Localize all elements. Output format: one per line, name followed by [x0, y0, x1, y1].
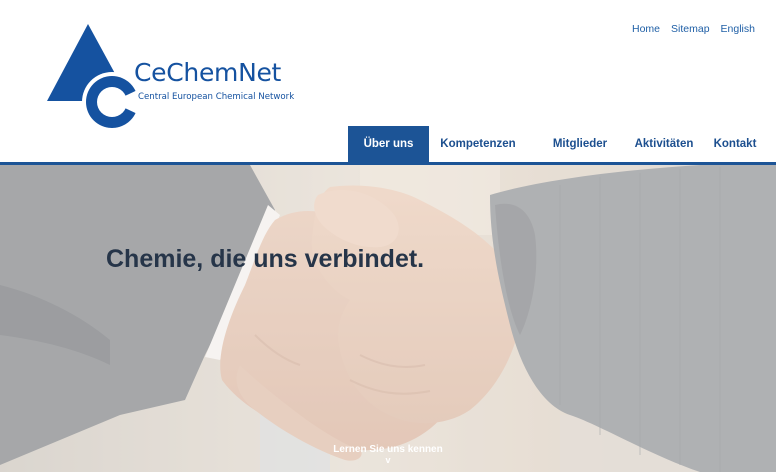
- home-link[interactable]: Home: [632, 23, 660, 35]
- nav-item-kontakt[interactable]: Kontakt: [695, 126, 775, 162]
- nav-item-kompetenzen[interactable]: Kompetenzen: [429, 126, 527, 162]
- nav-item-aktivitaeten[interactable]: Aktivitäten: [633, 126, 695, 162]
- main-nav: Über uns Kompetenzen Mitglieder Aktivitä…: [348, 126, 775, 162]
- site-header: Home Sitemap English CeChemNet Central E…: [0, 0, 776, 165]
- learn-more-link[interactable]: Lernen Sie uns kennen v: [0, 444, 776, 465]
- nav-item-mitglieder[interactable]: Mitglieder: [527, 126, 633, 162]
- learn-more-label: Lernen Sie uns kennen: [333, 444, 443, 455]
- logo-name: CeChemNet: [134, 58, 282, 87]
- sitemap-link[interactable]: Sitemap: [671, 23, 710, 35]
- logo-mark-icon: [47, 24, 146, 132]
- top-links: Home Sitemap English: [632, 23, 755, 35]
- hero-headline: Chemie, die uns verbindet.: [106, 245, 425, 273]
- logo[interactable]: CeChemNet Central European Chemical Netw…: [46, 22, 296, 142]
- logo-subtitle: Central European Chemical Network: [138, 92, 295, 102]
- handshake-photo: [0, 165, 776, 472]
- chevron-down-icon: v: [385, 455, 391, 465]
- nav-item-ueber-uns[interactable]: Über uns: [348, 126, 429, 162]
- hero-banner: Chemie, die uns verbindet. Lernen Sie un…: [0, 165, 776, 472]
- english-link[interactable]: English: [721, 23, 755, 35]
